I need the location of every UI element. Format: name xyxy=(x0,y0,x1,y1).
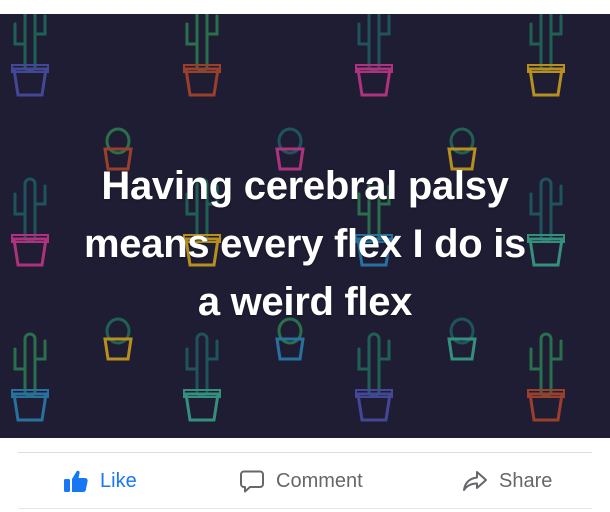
share-label: Share xyxy=(499,469,553,492)
cactus-tall xyxy=(355,14,393,97)
cactus-tall xyxy=(527,14,565,97)
bottom-divider xyxy=(18,508,592,509)
cactus-tall xyxy=(11,14,49,97)
cactus-tall xyxy=(355,332,393,422)
cactus-tall xyxy=(11,332,49,422)
comment-label: Comment xyxy=(276,469,363,492)
divider xyxy=(18,452,592,453)
post-text-line-2: means every flex I do is xyxy=(84,222,526,266)
action-bar: Like Comment Share xyxy=(0,455,610,507)
post-text: Having cerebral palsy means every flex I… xyxy=(0,157,610,331)
cactus-tall xyxy=(527,332,565,422)
like-label: Like xyxy=(100,469,137,492)
cactus-tall xyxy=(183,14,221,97)
like-button[interactable]: Like xyxy=(62,455,137,507)
cactus-tall xyxy=(183,332,221,422)
share-button[interactable]: Share xyxy=(461,455,552,507)
post-text-line-3: a weird flex xyxy=(197,280,413,324)
share-arrow-icon xyxy=(461,467,489,495)
post-text-line-1: Having cerebral palsy xyxy=(101,164,509,208)
post-background: Having cerebral palsy means every flex I… xyxy=(0,14,610,438)
thumbs-up-icon xyxy=(62,467,90,495)
top-strip xyxy=(0,0,610,14)
speech-bubble-icon xyxy=(238,467,266,495)
comment-button[interactable]: Comment xyxy=(238,455,363,507)
